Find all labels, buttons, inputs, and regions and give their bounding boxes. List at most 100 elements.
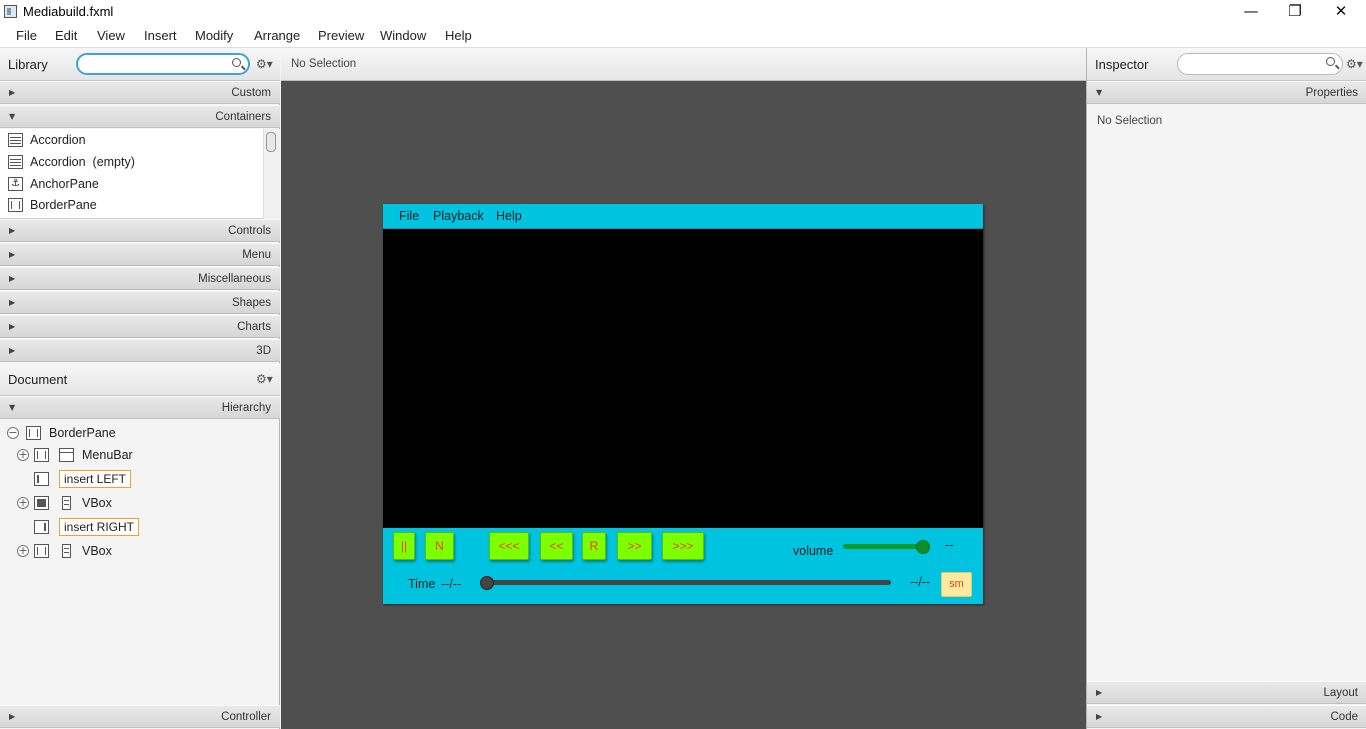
list-item[interactable]: BorderPane: [8, 196, 258, 216]
collapse-icon[interactable]: −: [7, 427, 19, 439]
library-header: Library ⚙▾: [0, 48, 280, 81]
list-item[interactable]: Accordion: [8, 131, 258, 151]
library-gear-icon[interactable]: ⚙▾: [256, 57, 273, 71]
section-label: Menu: [242, 249, 271, 261]
next-button[interactable]: N: [425, 532, 454, 560]
document-title: Document: [8, 372, 68, 387]
tree-node-vbox[interactable]: + VBox: [0, 494, 280, 514]
section-label: Containers: [215, 111, 271, 123]
left-panel: Library ⚙▾ ▶ Custom ▼ Containers Accordi…: [0, 48, 280, 729]
menu-edit[interactable]: Edit: [55, 28, 77, 43]
section-3d[interactable]: ▶ 3D: [0, 339, 280, 362]
collapsed-arrow-icon: ▶: [9, 226, 16, 235]
section-controls[interactable]: ▶ Controls: [0, 219, 280, 242]
selection-status: No Selection: [291, 58, 357, 70]
design-canvas[interactable]: No Selection File Playback Help || N <<<…: [281, 48, 1086, 729]
tree-node-borderpane[interactable]: − BorderPane: [0, 424, 280, 444]
collapsed-arrow-icon: ▶: [1096, 712, 1103, 721]
app-menu-help[interactable]: Help: [496, 209, 522, 223]
menu-arrange[interactable]: Arrange: [254, 28, 300, 43]
list-item[interactable]: ⚓ AnchorPane: [8, 175, 258, 195]
menu-file[interactable]: File: [16, 28, 37, 43]
app-menu-file[interactable]: File: [399, 209, 419, 223]
fast-forward-button[interactable]: >>>: [662, 532, 704, 560]
insert-left-placeholder[interactable]: insert LEFT: [59, 470, 132, 488]
close-button[interactable]: ✕: [1318, 0, 1364, 24]
section-properties[interactable]: ▼ Properties: [1087, 81, 1366, 104]
pause-button[interactable]: ||: [393, 532, 415, 560]
collapsed-arrow-icon: ▶: [1096, 688, 1103, 697]
expand-icon[interactable]: +: [17, 545, 29, 557]
node-label: VBox: [82, 496, 112, 510]
time-label: Time: [408, 577, 436, 591]
section-label: Controls: [228, 225, 271, 237]
search-icon: [1326, 57, 1335, 66]
volume-value: --: [945, 538, 954, 552]
menubar-icon: [59, 448, 74, 462]
volume-slider-track[interactable]: [843, 544, 925, 549]
tree-node-insert-left[interactable]: insert LEFT: [0, 469, 280, 489]
sm-button[interactable]: sm: [941, 572, 972, 597]
expanded-arrow-icon: ▼: [1096, 88, 1103, 97]
section-label: Shapes: [231, 297, 271, 309]
insert-right-placeholder[interactable]: insert RIGHT: [59, 518, 140, 536]
section-controller[interactable]: ▶ Controller: [0, 705, 280, 728]
media-player-preview[interactable]: File Playback Help || N <<< << R >> >>> …: [383, 204, 983, 604]
vbox-icon: [62, 496, 71, 510]
section-label: Controller: [221, 711, 271, 723]
menu-preview[interactable]: Preview: [318, 28, 364, 43]
accordion-icon: [8, 133, 23, 147]
menu-window[interactable]: Window: [380, 28, 426, 43]
section-containers[interactable]: ▼ Containers: [0, 105, 280, 128]
accordion-icon: [8, 155, 23, 169]
section-menu[interactable]: ▶ Menu: [0, 243, 280, 266]
tree-node-vbox[interactable]: + VBox: [0, 542, 280, 562]
section-charts[interactable]: ▶ Charts: [0, 315, 280, 338]
document-gear-icon[interactable]: ⚙▾: [256, 372, 273, 386]
volume-slider-thumb[interactable]: [916, 540, 930, 554]
menu-help[interactable]: Help: [445, 28, 472, 43]
menu-insert[interactable]: Insert: [144, 28, 177, 43]
time-slider-track[interactable]: [485, 580, 891, 585]
fast-rewind-button[interactable]: <<<: [489, 532, 529, 560]
list-item[interactable]: Accordion (empty): [8, 153, 258, 173]
node-label: BorderPane: [49, 426, 116, 440]
library-search-input[interactable]: [76, 53, 250, 75]
section-code[interactable]: ▶ Code: [1087, 705, 1366, 728]
menu-view[interactable]: View: [97, 28, 125, 43]
collapsed-arrow-icon: ▶: [9, 712, 16, 721]
menu-modify[interactable]: Modify: [195, 28, 233, 43]
minimize-button[interactable]: —: [1228, 0, 1274, 24]
inspector-gear-icon[interactable]: ⚙▾: [1346, 57, 1363, 71]
time-slider-thumb[interactable]: [480, 576, 494, 590]
borderpane-right-icon: [34, 520, 49, 534]
section-label: 3D: [256, 345, 271, 357]
section-custom[interactable]: ▶ Custom: [0, 81, 280, 104]
node-label: MenuBar: [82, 448, 133, 462]
document-header: Document ⚙▾: [0, 363, 280, 396]
forward-button[interactable]: >>: [617, 532, 652, 560]
node-label: VBox: [82, 544, 112, 558]
app-menu-playback[interactable]: Playback: [433, 209, 484, 223]
tree-node-insert-right[interactable]: insert RIGHT: [0, 517, 280, 537]
section-layout[interactable]: ▶ Layout: [1087, 681, 1366, 704]
section-label: Properties: [1305, 87, 1358, 99]
rewind-button[interactable]: <<: [540, 532, 573, 560]
section-hierarchy[interactable]: ▼ Hierarchy: [0, 396, 280, 419]
section-label: Charts: [237, 321, 271, 333]
section-miscellaneous[interactable]: ▶ Miscellaneous: [0, 267, 280, 290]
section-shapes[interactable]: ▶ Shapes: [0, 291, 280, 314]
scrollbar-thumb[interactable]: [266, 132, 276, 152]
section-label: Miscellaneous: [198, 273, 271, 285]
replay-button[interactable]: R: [582, 532, 606, 560]
inspector-search-input[interactable]: [1177, 53, 1343, 75]
inspector-header: Inspector ⚙▾: [1087, 48, 1366, 81]
volume-label: volume: [793, 544, 834, 558]
expand-icon[interactable]: +: [17, 449, 29, 461]
inspector-panel: Inspector ⚙▾ ▼ Properties No Selection ▶…: [1086, 48, 1366, 729]
app-menu-bar: File Playback Help: [383, 204, 983, 229]
tree-node-menubar[interactable]: + MenuBar: [0, 446, 280, 466]
restore-button[interactable]: ❐: [1272, 0, 1318, 24]
item-label: Accordion: [30, 133, 86, 147]
expand-icon[interactable]: +: [17, 497, 29, 509]
